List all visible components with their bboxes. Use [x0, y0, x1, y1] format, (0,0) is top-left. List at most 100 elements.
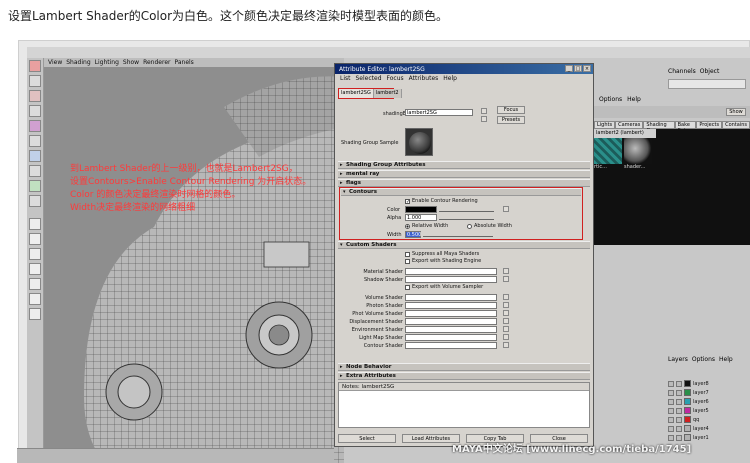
- alpha-slider[interactable]: [439, 215, 494, 220]
- shader-row-field[interactable]: [405, 276, 497, 283]
- shader-row-field[interactable]: [405, 326, 497, 333]
- layout-outliner-icon[interactable]: [29, 263, 41, 275]
- layer-color-swatch[interactable]: [684, 416, 691, 423]
- select-node-icon[interactable]: [481, 108, 487, 114]
- layer-row[interactable]: layer4: [668, 424, 748, 433]
- layout-four-icon[interactable]: [29, 233, 41, 245]
- menu-help[interactable]: Help: [443, 75, 457, 82]
- material-swatch-1[interactable]: [594, 138, 622, 164]
- tab-contains[interactable]: Contains: [722, 121, 750, 129]
- width-field[interactable]: 0.500: [405, 231, 421, 238]
- shader-row-field[interactable]: [405, 310, 497, 317]
- layer-template-toggle[interactable]: [676, 389, 682, 396]
- shader-map-button-icon[interactable]: [503, 318, 509, 324]
- viewport-menu-view[interactable]: View: [48, 59, 62, 66]
- hypershade-options-menu[interactable]: Options: [599, 96, 622, 103]
- section-extra-attributes[interactable]: Extra Attributes: [338, 372, 590, 380]
- notes-panel[interactable]: Notes: lambert2SG: [338, 382, 590, 428]
- channels-menu[interactable]: Channels: [668, 68, 696, 75]
- alpha-field[interactable]: 1.000: [405, 214, 437, 221]
- move-tool-icon[interactable]: [29, 105, 41, 117]
- absolute-width-radio[interactable]: [467, 223, 472, 229]
- shader-row-field[interactable]: [405, 268, 497, 275]
- layer-row[interactable]: layer8: [668, 379, 748, 388]
- shader-row-field[interactable]: [405, 302, 497, 309]
- color-map-button-icon[interactable]: [503, 206, 509, 212]
- layer-visibility-toggle[interactable]: [668, 398, 674, 405]
- attribute-editor-titlebar[interactable]: Attribute Editor: lambert2SG _ □ ×: [335, 64, 593, 74]
- copy-node-icon[interactable]: [481, 116, 487, 122]
- layout-hypershade-icon[interactable]: [29, 293, 41, 305]
- manipulator-tool-icon[interactable]: [29, 150, 41, 162]
- layer-template-toggle[interactable]: [676, 398, 682, 405]
- tab-projects[interactable]: Projects: [696, 121, 723, 129]
- section-contours[interactable]: Contours: [341, 188, 581, 196]
- hypershade-show-button[interactable]: Show: [726, 108, 746, 116]
- perspective-viewport[interactable]: View Shading Lighting Show Renderer Pane…: [44, 58, 344, 463]
- select-tool-icon[interactable]: [29, 60, 41, 72]
- paint-tool-icon[interactable]: [29, 90, 41, 102]
- layer-color-swatch[interactable]: [684, 380, 691, 387]
- section-node-behavior[interactable]: Node Behavior: [338, 363, 590, 371]
- layer-row[interactable]: layer7: [668, 388, 748, 397]
- layout-single-icon[interactable]: [29, 218, 41, 230]
- tab-shading-groups[interactable]: Shading Groups: [643, 121, 675, 134]
- suppress-checkbox[interactable]: [405, 251, 410, 257]
- rotate-tool-icon[interactable]: [29, 120, 41, 132]
- scale-tool-icon[interactable]: [29, 135, 41, 147]
- section-mental-ray[interactable]: mental ray: [338, 170, 590, 178]
- viewport-menu-shading[interactable]: Shading: [66, 59, 90, 66]
- tab-lights[interactable]: Lights: [594, 121, 616, 129]
- layer-color-swatch[interactable]: [684, 425, 691, 432]
- timeline[interactable]: [17, 448, 334, 463]
- layer-visibility-toggle[interactable]: [668, 407, 674, 414]
- tab-lambert2sg[interactable]: lambert2SG: [339, 89, 374, 98]
- menu-attributes[interactable]: Attributes: [409, 75, 439, 82]
- shader-map-button-icon[interactable]: [503, 294, 509, 300]
- layer-visibility-toggle[interactable]: [668, 416, 674, 423]
- last-tool-icon[interactable]: [29, 195, 41, 207]
- section-shading-group-attributes[interactable]: Shading Group Attributes: [338, 161, 590, 169]
- material-swatch-2[interactable]: [624, 138, 652, 164]
- layout-side-icon[interactable]: [29, 248, 41, 260]
- section-custom-shaders[interactable]: Custom Shaders: [338, 241, 590, 249]
- layer-template-toggle[interactable]: [676, 407, 682, 414]
- layer-row[interactable]: layer6: [668, 397, 748, 406]
- layer-template-toggle[interactable]: [676, 425, 682, 432]
- minimize-icon[interactable]: _: [565, 65, 573, 72]
- shader-row-field[interactable]: [405, 294, 497, 301]
- export-shading-checkbox[interactable]: [405, 258, 410, 264]
- viewport-menu-panels[interactable]: Panels: [174, 59, 193, 66]
- layer-color-swatch[interactable]: [684, 398, 691, 405]
- shader-map-button-icon[interactable]: [503, 268, 509, 274]
- shader-map-button-icon[interactable]: [503, 302, 509, 308]
- menu-selected[interactable]: Selected: [356, 75, 382, 82]
- shader-map-button-icon[interactable]: [503, 326, 509, 332]
- presets-button[interactable]: Presets: [497, 116, 525, 124]
- shader-row-field[interactable]: [405, 342, 497, 349]
- viewport-menu-lighting[interactable]: Lighting: [95, 59, 119, 66]
- layer-row[interactable]: qq: [668, 415, 748, 424]
- layer-template-toggle[interactable]: [676, 380, 682, 387]
- menu-focus[interactable]: Focus: [387, 75, 404, 82]
- layer-visibility-toggle[interactable]: [668, 389, 674, 396]
- enable-contour-checkbox[interactable]: ✓: [405, 198, 410, 204]
- tab-bake-sets[interactable]: Bake Sets: [674, 121, 697, 134]
- relative-width-radio[interactable]: [405, 223, 410, 229]
- layer-visibility-toggle[interactable]: [668, 380, 674, 387]
- viewport-menu-show[interactable]: Show: [123, 59, 139, 66]
- maximize-icon[interactable]: □: [574, 65, 582, 72]
- tab-cameras[interactable]: Cameras: [615, 121, 644, 129]
- layer-help-menu[interactable]: Help: [719, 356, 733, 363]
- layer-visibility-toggle[interactable]: [668, 425, 674, 432]
- layer-template-toggle[interactable]: [676, 416, 682, 423]
- layout-graph-icon[interactable]: [29, 278, 41, 290]
- object-menu[interactable]: Object: [700, 68, 720, 75]
- shading-engine-field[interactable]: lambert2SG: [405, 109, 473, 116]
- layers-menu[interactable]: Layers: [668, 356, 688, 363]
- hypershade-work-area[interactable]: lambert2 (lambert) rtic... shader...: [594, 129, 750, 245]
- menu-list[interactable]: List: [340, 75, 351, 82]
- contour-color-swatch[interactable]: [405, 206, 437, 213]
- section-flags[interactable]: flags: [338, 179, 590, 187]
- hypershade-help-menu[interactable]: Help: [627, 96, 641, 103]
